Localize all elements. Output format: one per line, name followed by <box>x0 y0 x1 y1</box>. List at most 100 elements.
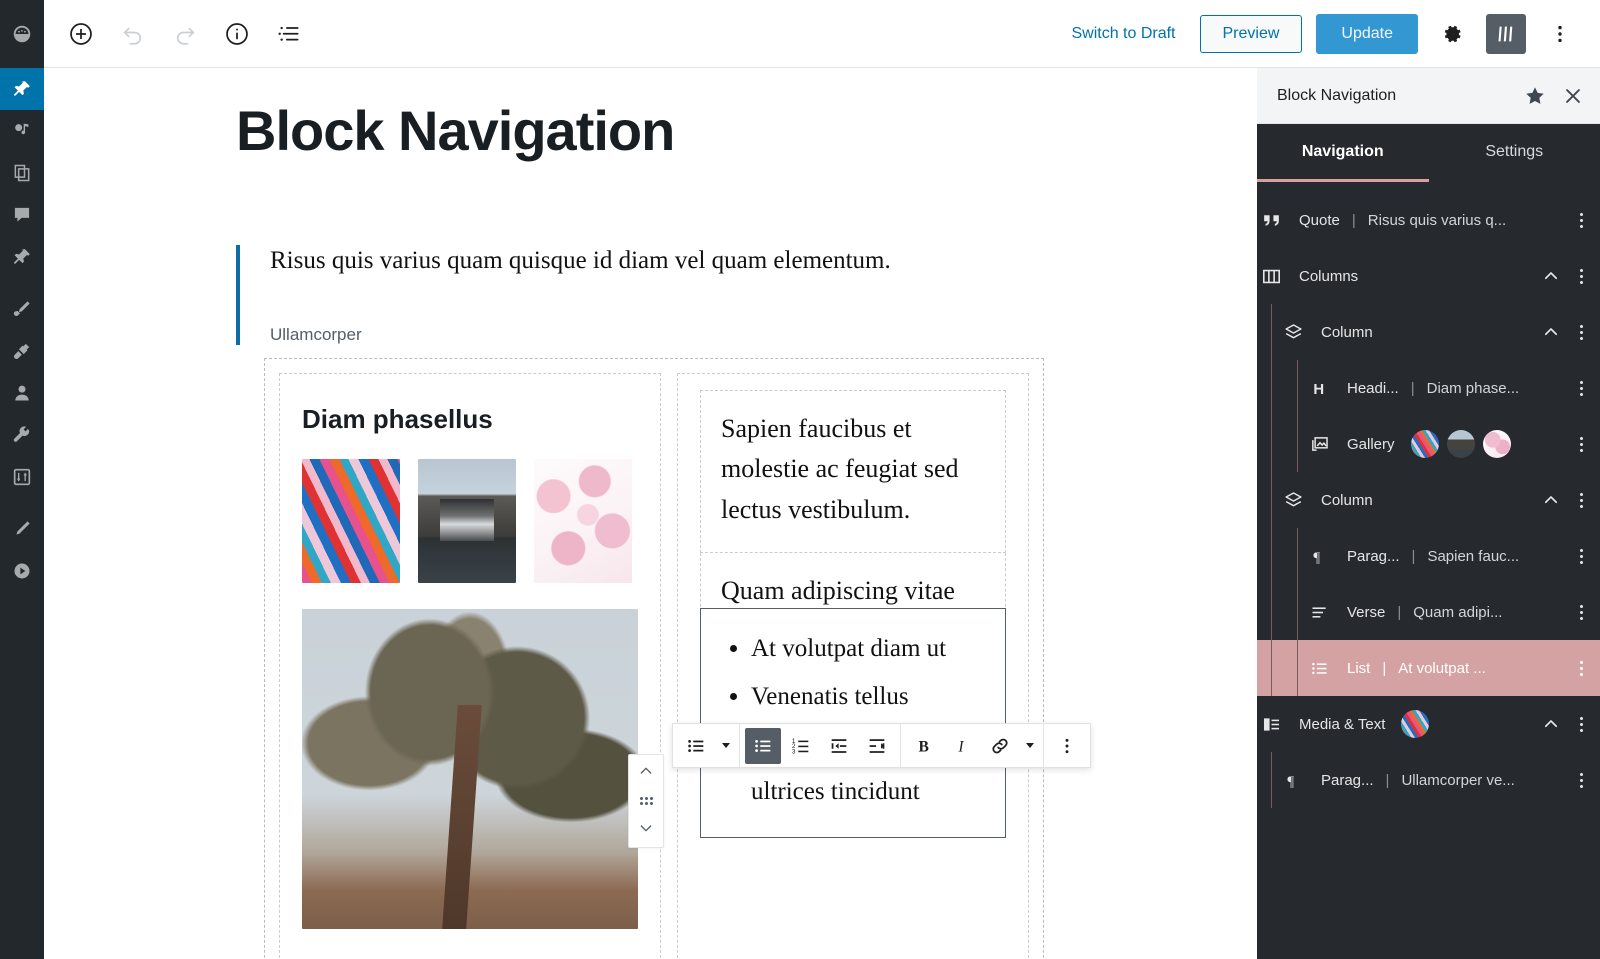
block-navigation-toggle[interactable] <box>1486 13 1526 54</box>
ordered-list-button[interactable]: 1 2 3 <box>783 728 819 764</box>
move-up-button[interactable] <box>638 763 654 782</box>
block-tree-row[interactable]: Gallery <box>1257 416 1600 472</box>
star-icon[interactable] <box>1524 85 1546 107</box>
column-block-right[interactable]: Sapien faucibus et molestie ac feugiat s… <box>677 373 1029 959</box>
gallery-image-lanterns[interactable] <box>302 459 400 583</box>
row-options-kebab-icon[interactable] <box>1568 212 1594 228</box>
quote-citation[interactable]: Ullamcorper <box>270 325 996 345</box>
tree-guide-line <box>1297 360 1298 416</box>
gallery-block[interactable] <box>302 459 638 583</box>
row-actions <box>1536 267 1600 285</box>
move-down-button[interactable] <box>638 820 654 839</box>
chevron-up-icon[interactable] <box>1536 491 1566 509</box>
rail-item-media[interactable] <box>0 110 44 152</box>
tree-guide-line <box>1271 472 1272 528</box>
verse-block[interactable]: Quam adipiscing vitae <box>700 552 1006 613</box>
block-tree-row[interactable]: Media & Text <box>1257 696 1600 752</box>
rail-item-users[interactable] <box>0 372 44 414</box>
block-type-group <box>673 724 739 767</box>
update-button[interactable]: Update <box>1316 13 1418 54</box>
more-rich-text-dropdown-icon[interactable] <box>1019 728 1039 764</box>
row-options-kebab-icon[interactable] <box>1568 436 1594 452</box>
tab-navigation[interactable]: Navigation <box>1257 124 1429 182</box>
rail-item-play[interactable] <box>0 550 44 592</box>
block-tree-row[interactable]: Column <box>1257 304 1600 360</box>
list-item[interactable]: At volutpat diam ut <box>751 625 985 673</box>
block-tree-row[interactable]: Verse | Quam adipi... <box>1257 584 1600 640</box>
quote-text[interactable]: Risus quis varius quam quisque id diam v… <box>270 245 996 278</box>
block-type-label: List <box>1347 659 1371 677</box>
page-title[interactable]: Block Navigation <box>236 98 1225 163</box>
row-options-kebab-icon[interactable] <box>1568 716 1594 732</box>
block-tree-row[interactable]: Columns <box>1257 248 1600 304</box>
svg-text:H: H <box>1313 381 1324 397</box>
content-structure-button[interactable] <box>218 15 256 53</box>
undo-button[interactable] <box>114 15 152 53</box>
rail-item-tools[interactable] <box>0 414 44 456</box>
rail-item-pinned[interactable] <box>0 236 44 278</box>
paragraph-block[interactable]: Sapien faucibus et molestie ac feugiat s… <box>700 390 1006 553</box>
tab-settings[interactable]: Settings <box>1429 124 1600 182</box>
row-options-kebab-icon[interactable] <box>1568 772 1594 788</box>
chevron-up-icon[interactable] <box>1536 267 1566 285</box>
column-block-left[interactable]: Diam phasellus <box>279 373 661 959</box>
row-options-kebab-icon[interactable] <box>1568 604 1594 620</box>
gallery-image-castle[interactable] <box>418 459 516 583</box>
chevron-up-icon[interactable] <box>1536 323 1566 341</box>
image-block-pine[interactable] <box>302 609 638 929</box>
block-tree-row[interactable]: H Headi... | Diam phase... <box>1257 360 1600 416</box>
block-navigation-button[interactable] <box>270 15 308 53</box>
gear-icon[interactable] <box>1432 14 1472 54</box>
add-block-button[interactable] <box>62 15 100 53</box>
row-options-kebab-icon[interactable] <box>1568 548 1594 564</box>
block-tree-row[interactable]: ¶ Parag... | Ullamcorper ve... <box>1257 752 1600 808</box>
rail-item-edit[interactable] <box>0 508 44 550</box>
svg-text:I: I <box>957 738 964 755</box>
redo-button[interactable] <box>166 15 204 53</box>
row-options-kebab-icon[interactable] <box>1568 380 1594 396</box>
rail-item-plugins[interactable] <box>0 330 44 372</box>
block-tree-row[interactable]: Quote | Risus quis varius q... <box>1257 192 1600 248</box>
column-icon <box>1279 322 1307 343</box>
columns-block[interactable]: Diam phasellus Sapien faucibus et molest… <box>264 358 1044 959</box>
block-tree-row[interactable]: ¶ Parag... | Sapien fauc... <box>1257 528 1600 584</box>
italic-button[interactable]: I <box>944 728 980 764</box>
row-options-kebab-icon[interactable] <box>1568 324 1594 340</box>
outdent-list-button[interactable] <box>821 728 857 764</box>
chevron-up-icon[interactable] <box>1536 715 1566 733</box>
gallery-image-blossom[interactable] <box>534 459 632 583</box>
bold-button[interactable]: B <box>906 728 942 764</box>
block-type-list-icon[interactable] <box>678 728 714 764</box>
link-icon[interactable] <box>982 728 1018 764</box>
more-options-icon[interactable] <box>1540 14 1580 54</box>
media-text-icon <box>1257 714 1285 735</box>
block-type-label: Quote <box>1299 211 1340 229</box>
block-thumbnails <box>1401 710 1430 738</box>
columns-icon <box>1257 266 1285 287</box>
rail-item-appearance[interactable] <box>0 288 44 330</box>
rail-item-posts[interactable] <box>0 68 52 110</box>
preview-button[interactable]: Preview <box>1199 14 1303 53</box>
list-item[interactable]: Venenatis tellus <box>751 673 985 721</box>
drag-handle[interactable] <box>639 797 653 805</box>
block-options-kebab-icon[interactable] <box>1049 728 1085 764</box>
rail-item-comments[interactable] <box>0 194 44 236</box>
list-controls-group: 1 2 3 <box>740 724 900 767</box>
editor-canvas: Block Navigation Risus quis varius quam … <box>44 68 1225 959</box>
block-type-dropdown-icon[interactable] <box>715 728 735 764</box>
heading-block[interactable]: Diam phasellus <box>302 404 638 435</box>
quote-block[interactable]: Risus quis varius quam quisque id diam v… <box>236 245 996 345</box>
tree-guide-line <box>1271 304 1272 360</box>
block-tree-row[interactable]: Column <box>1257 472 1600 528</box>
close-icon[interactable] <box>1562 85 1584 107</box>
row-options-kebab-icon[interactable] <box>1568 492 1594 508</box>
rail-item-settings[interactable] <box>0 456 44 498</box>
switch-to-draft-button[interactable]: Switch to Draft <box>1061 19 1185 49</box>
block-tree-row[interactable]: List | At volutpat ... <box>1257 640 1600 696</box>
wordpress-logo-icon[interactable] <box>0 0 44 68</box>
rail-item-pages[interactable] <box>0 152 44 194</box>
row-options-kebab-icon[interactable] <box>1568 660 1594 676</box>
indent-list-button[interactable] <box>859 728 895 764</box>
unordered-list-button[interactable] <box>745 727 781 764</box>
row-options-kebab-icon[interactable] <box>1568 268 1594 284</box>
